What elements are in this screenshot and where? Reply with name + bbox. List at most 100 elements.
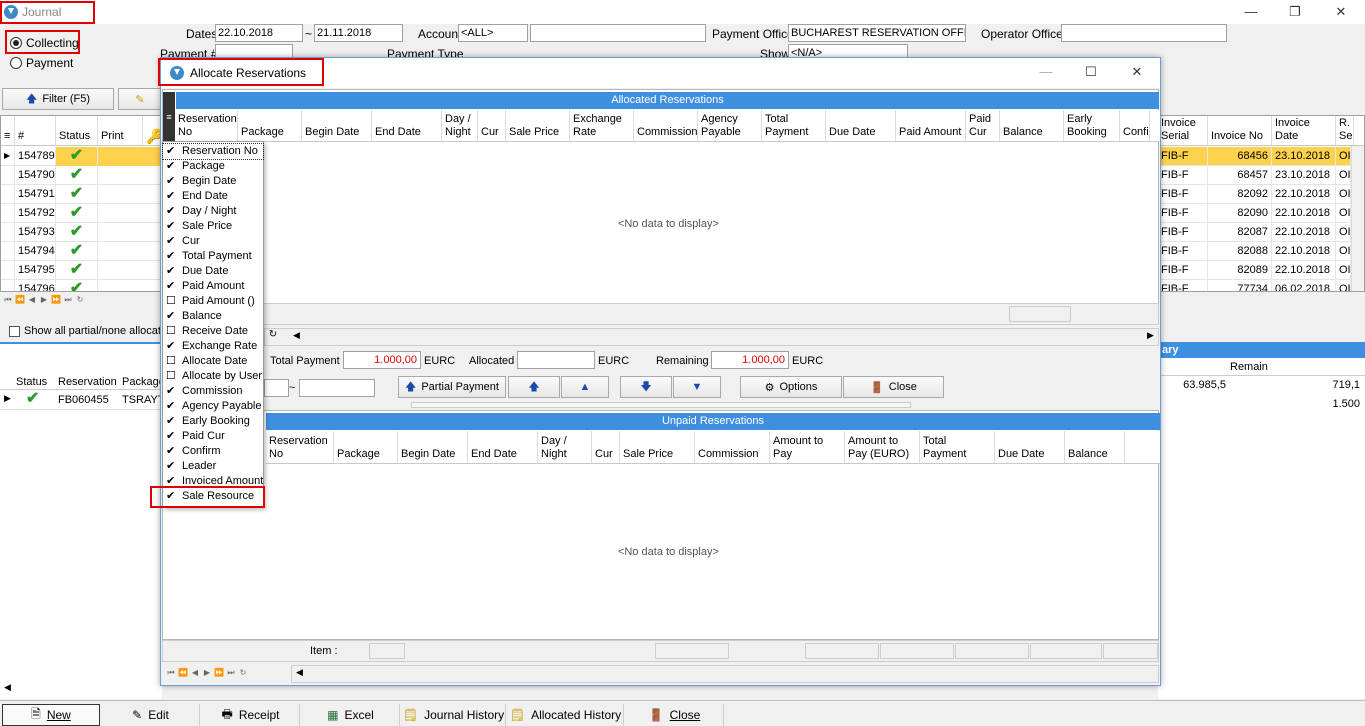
nav-prev-page-icon[interactable]: ⏪ (14, 292, 26, 308)
allocated-col-0[interactable]: Reservation No (175, 110, 238, 141)
checkbox-icon[interactable] (9, 325, 20, 337)
unpaid-nav-first-icon[interactable]: ⏮ (165, 665, 177, 681)
unpaid-nav-next-page-icon[interactable]: ⏩ (213, 665, 225, 681)
options-button[interactable]: ⚙ Options (740, 376, 842, 398)
table-row-right[interactable]: FIB-F 77734 06.02.2018 OI (1158, 280, 1351, 291)
unpaid-col-5[interactable]: Cur (592, 431, 620, 463)
close-button[interactable]: 🚪 Close (626, 704, 724, 726)
unpaid-scroll-left-icon[interactable]: ◀ (296, 667, 303, 678)
col-invoice-no[interactable]: Invoice No (1208, 116, 1272, 145)
payment-option[interactable]: Payment (10, 56, 73, 70)
unpaid-nav-next-icon[interactable]: ▶ (201, 665, 213, 681)
table-row-right[interactable]: FIB-F 68456 23.10.2018 OI (1158, 147, 1351, 166)
nav-next-page-icon[interactable]: ⏩ (50, 292, 62, 308)
column-menu-item[interactable]: ✔ Due Date (163, 264, 263, 279)
table-row[interactable]: 154791 ✔ (1, 185, 161, 204)
table-row[interactable]: ▶ 154789 ✔ (1, 147, 161, 166)
scroll-left-icon[interactable]: ◀ (293, 330, 300, 341)
allocation-row[interactable]: ▶ ✔ FB060455 TSRAYT (0, 390, 165, 410)
main-scroll-left-icon[interactable]: ◀ (4, 682, 11, 693)
column-menu-item[interactable]: ✔ Paid Cur (163, 429, 263, 444)
col-reservation-lower[interactable]: Reservation (58, 376, 117, 388)
unpaid-col-3[interactable]: End Date (468, 431, 538, 463)
date-to-input[interactable]: 21.11.2018 (314, 24, 403, 42)
table-row[interactable]: 154795 ✔ (1, 261, 161, 280)
unpaid-col-0[interactable]: Reservation No (266, 431, 334, 463)
nav-refresh-icon[interactable]: ↻ (74, 292, 86, 308)
range-to-input[interactable] (299, 379, 375, 397)
account-select[interactable]: <ALL> (458, 24, 528, 42)
journal-history-button[interactable]: 🗒 Journal History (402, 704, 506, 726)
show-partial-option[interactable]: Show all partial/none allocate (9, 325, 167, 337)
column-menu-item[interactable]: ✔ Reservation No (162, 143, 264, 160)
edit-button[interactable]: ✎ Edit (102, 704, 200, 726)
col-print[interactable]: Print (98, 116, 143, 145)
table-row-right[interactable]: FIB-F 82092 22.10.2018 OI (1158, 185, 1351, 204)
radio-empty-icon[interactable] (10, 57, 22, 69)
col-package-lower[interactable]: Package (122, 376, 165, 388)
range-from-input[interactable] (264, 379, 289, 397)
scroll-right-icon[interactable]: ▶ (1147, 330, 1154, 341)
dialog-close-button[interactable]: 🚪 Close (843, 376, 944, 398)
excel-button[interactable]: ▦ Excel (302, 704, 400, 726)
column-menu-item[interactable]: ☐ Allocate by User (163, 369, 263, 384)
splitter[interactable] (411, 402, 911, 408)
partial-payment-button[interactable]: 🡅 Partial Payment (398, 376, 506, 398)
allocated-col-13[interactable]: Paid Cur (966, 110, 1000, 141)
unpaid-nav-prev-page-icon[interactable]: ⏪ (177, 665, 189, 681)
unpaid-nav-refresh-icon[interactable]: ↻ (237, 665, 249, 681)
grid-menu-icon[interactable]: ≡ (1, 116, 15, 145)
refresh-icon[interactable]: ↻ (265, 329, 281, 340)
table-row[interactable]: 154793 ✔ (1, 223, 161, 242)
unpaid-nav-last-icon[interactable]: ⏭ (225, 665, 237, 681)
column-menu-item[interactable]: ✔ Confirm (163, 444, 263, 459)
unpaid-col-2[interactable]: Begin Date (398, 431, 468, 463)
column-menu-item[interactable]: ✔ Leader (163, 459, 263, 474)
column-menu-item[interactable]: ✔ Total Payment (163, 249, 263, 264)
operator-office-select[interactable] (1061, 24, 1227, 42)
table-row-right[interactable]: FIB-F 82088 22.10.2018 OI (1158, 242, 1351, 261)
allocated-col-12[interactable]: Paid Amount (896, 110, 966, 141)
toolbar-button-2[interactable]: ✎ (118, 88, 162, 110)
filter-button[interactable]: 🡅 Filter (F5) (2, 88, 114, 110)
unpaid-col-10[interactable]: Total Payment (920, 431, 995, 463)
allocated-hscroll[interactable]: ↻ ◀ ▶ (264, 328, 1159, 346)
date-from-input[interactable]: 22.10.2018 (215, 24, 303, 42)
unpaid-col-9[interactable]: Amount to Pay (EURO) (845, 431, 920, 463)
allocated-col-1[interactable]: Package (238, 110, 302, 141)
allocated-col-11[interactable]: Due Date (826, 110, 896, 141)
move-up-all-button[interactable]: ▲ (561, 376, 609, 398)
allocated-col-6[interactable]: Sale Price (506, 110, 570, 141)
column-menu-item[interactable]: ✔ Commission (163, 384, 263, 399)
table-row-right[interactable]: FIB-F 68457 23.10.2018 OI (1158, 166, 1351, 185)
move-down-all-button[interactable]: ▼ (673, 376, 721, 398)
table-row-right[interactable]: FIB-F 82089 22.10.2018 OI (1158, 261, 1351, 280)
column-menu-item[interactable]: ✔ Exchange Rate (163, 339, 263, 354)
nav-first-icon[interactable]: ⏮ (2, 292, 14, 308)
new-button[interactable]: 🗎 New (2, 704, 100, 726)
account-name-field[interactable] (530, 24, 706, 42)
column-menu-item[interactable]: ✔ Balance (163, 309, 263, 324)
column-menu-item[interactable]: ✔ Package (163, 159, 263, 174)
column-menu-item[interactable]: ✔ Early Booking (163, 414, 263, 429)
restore-icon[interactable]: ❐ (1280, 2, 1310, 22)
allocated-history-button[interactable]: 🗒 Allocated History (508, 704, 624, 726)
unpaid-col-4[interactable]: Day / Night (538, 431, 592, 463)
receipt-button[interactable]: 🖶 Receipt (202, 704, 300, 726)
nav-prev-icon[interactable]: ◀ (26, 292, 38, 308)
table-row-right[interactable]: FIB-F 82087 22.10.2018 OI (1158, 223, 1351, 242)
unpaid-navigator[interactable]: ⏮ ⏪ ◀ ▶ ⏩ ⏭ ↻ (165, 665, 249, 683)
unpaid-col-11[interactable]: Due Date (995, 431, 1065, 463)
allocated-col-15[interactable]: Early Booking (1064, 110, 1120, 141)
column-menu-item[interactable]: ✔ Begin Date (163, 174, 263, 189)
col-r-se[interactable]: R. Se (1336, 116, 1354, 145)
nav-next-icon[interactable]: ▶ (38, 292, 50, 308)
column-menu-item[interactable]: ✔ Sale Price (163, 219, 263, 234)
col-number[interactable]: # (15, 116, 56, 145)
column-menu-item[interactable]: ✔ Cur (163, 234, 263, 249)
unpaid-col-1[interactable]: Package (334, 431, 398, 463)
column-chooser-icon[interactable]: ≡ (163, 92, 175, 142)
journal-navigator[interactable]: ⏮ ⏪ ◀ ▶ ⏩ ⏭ ↻ (2, 292, 86, 310)
allocated-col-2[interactable]: Begin Date (302, 110, 372, 141)
unpaid-nav-prev-icon[interactable]: ◀ (189, 665, 201, 681)
